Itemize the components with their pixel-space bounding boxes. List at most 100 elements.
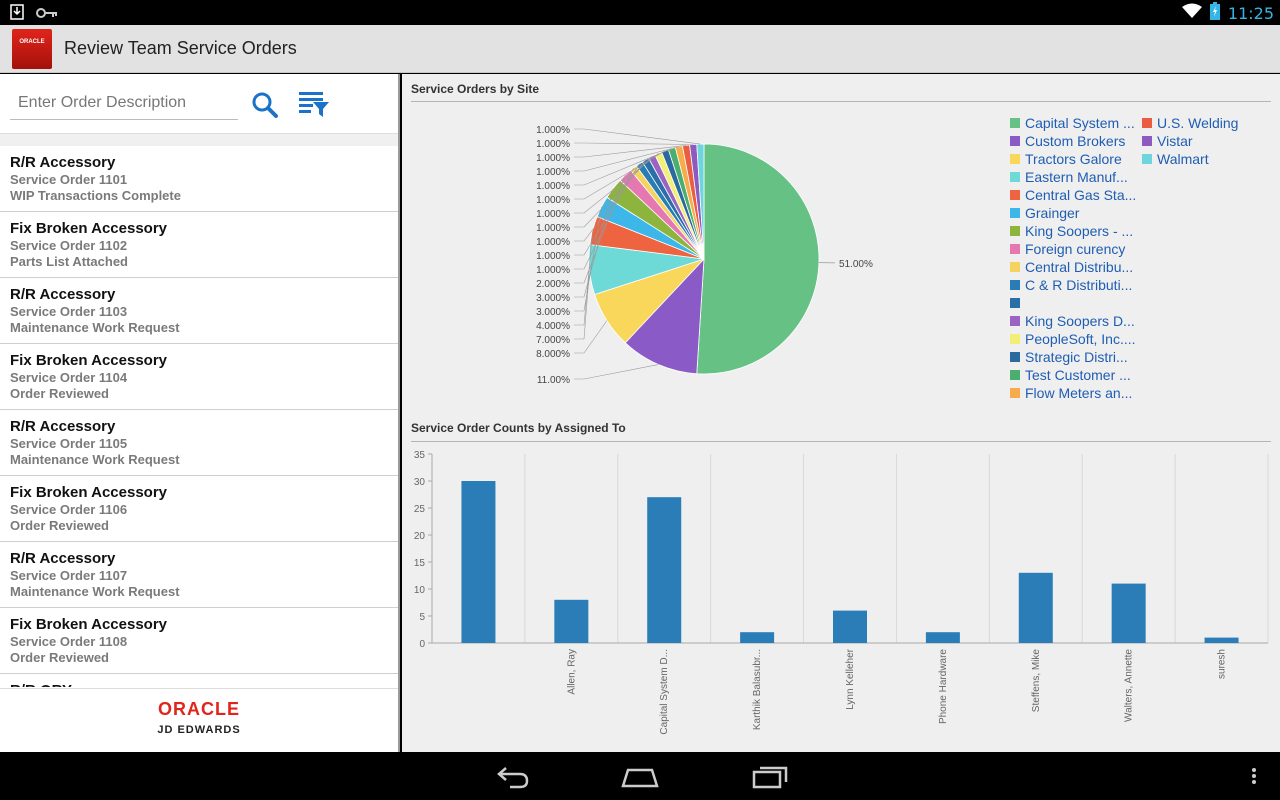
download-notification-icon <box>10 4 24 25</box>
x-tick-label: Lynn Kelleher <box>845 648 856 709</box>
order-number: Service Order 1103 <box>10 304 128 319</box>
order-list-item[interactable]: Fix Broken Accessory Service Order 1102 Pa… <box>0 212 398 278</box>
order-list-item[interactable]: Fix Broken Accessory Service Order 1108 Or… <box>0 608 398 674</box>
pie-data-label: 1.000% <box>536 181 570 192</box>
legend-item[interactable]: C & R Distributi... <box>1010 276 1136 294</box>
legend-label: Grainger <box>1025 205 1080 221</box>
pie-data-label: 7.000% <box>536 335 570 346</box>
back-icon <box>497 767 529 789</box>
order-list-item[interactable]: R/R Accessory Service Order 1107 Maintenan… <box>0 542 398 608</box>
bar[interactable] <box>925 632 960 643</box>
legend-label: Custom Brokers <box>1025 133 1126 149</box>
order-title: Fix Broken Accessory <box>10 616 168 633</box>
legend-item[interactable]: Strategic Distri... <box>1010 348 1136 366</box>
legend-item[interactable]: Central Distribu... <box>1010 258 1136 276</box>
order-status: Maintenance Work Request <box>10 320 180 335</box>
order-title: R/R Accessory <box>10 286 116 303</box>
order-list-item[interactable]: Fix Broken Accessory Service Order 1106 Or… <box>0 476 398 542</box>
legend-column: Capital System ... Custom Brokers Tractors… <box>1010 114 1136 402</box>
bar[interactable] <box>647 497 682 643</box>
more-vert-icon <box>1252 768 1256 784</box>
charts-pane: Service Orders by Site 51.00% 1.000% 1.000… <box>402 74 1280 752</box>
filter-list-icon <box>299 92 329 117</box>
legend-swatch <box>1010 280 1020 290</box>
order-title: R/R ORY <box>10 682 390 687</box>
pie-data-label: 1.000% <box>536 251 570 262</box>
pie-data-label: 4.000% <box>536 321 570 332</box>
legend-column: U.S. Welding Vistar Walmart <box>1142 114 1238 168</box>
bar[interactable] <box>740 632 775 643</box>
pie-chart[interactable]: 51.00% 1.000% 1.000% 1.000% 1.000% 1.000% 1.00… <box>402 104 1002 414</box>
pie-data-label: 1.000% <box>536 237 570 248</box>
back-button[interactable] <box>492 762 532 790</box>
legend-item[interactable]: Central Gas Sta... <box>1010 186 1136 204</box>
order-status: WIP Transactions Complete <box>10 188 181 203</box>
filter-button[interactable] <box>296 88 332 122</box>
order-list-item[interactable]: R/R Accessory Service Order 1105 Maintenan… <box>0 410 398 476</box>
order-list-item[interactable]: R/R ORY <box>0 674 398 687</box>
legend-item[interactable]: King Soopers - ... <box>1010 222 1136 240</box>
legend-item[interactable]: Grainger <box>1010 204 1136 222</box>
legend-label: PeopleSoft, Inc.... <box>1025 331 1136 347</box>
bar[interactable] <box>554 599 589 643</box>
pie-title-divider <box>411 101 1271 102</box>
bar-chart[interactable]: 0 5 10 15 20 25 30 35 Allen, Ray Capital System D… <box>402 446 1280 746</box>
home-button[interactable] <box>620 762 660 790</box>
order-list-item[interactable]: R/R Accessory Service Order 1103 Maintenan… <box>0 278 398 344</box>
order-list: R/R Accessory Service Order 1101 WIP Trans… <box>0 146 398 687</box>
legend-item[interactable]: Custom Brokers <box>1010 132 1136 150</box>
legend-item[interactable]: Foreign curency <box>1010 240 1136 258</box>
order-list-item[interactable]: Fix Broken Accessory Service Order 1104 Or… <box>0 344 398 410</box>
app-logo[interactable]: ORACLE <box>12 29 52 69</box>
pie-data-label: 51.00% <box>839 259 873 270</box>
order-list-item[interactable]: R/R Accessory Service Order 1101 WIP Trans… <box>0 146 398 212</box>
legend-label: Eastern Manuf... <box>1025 169 1128 185</box>
legend-label: Capital System ... <box>1025 115 1135 131</box>
legend-label: King Soopers D... <box>1025 313 1135 329</box>
legend-swatch <box>1010 334 1020 344</box>
legend-item[interactable]: Vistar <box>1142 132 1238 150</box>
x-tick-label: Karthik Balasubr... <box>752 649 763 730</box>
wifi-icon <box>1181 3 1202 24</box>
legend-item[interactable]: Flow Meters an... <box>1010 384 1136 402</box>
search-button[interactable] <box>248 88 284 122</box>
legend-label: Strategic Distri... <box>1025 349 1128 365</box>
pie-data-label: 1.000% <box>536 195 570 206</box>
search-input[interactable] <box>10 86 238 120</box>
bar[interactable] <box>833 610 867 643</box>
order-status: Maintenance Work Request <box>10 584 180 599</box>
x-tick-label: Steffens, Mike <box>1031 649 1042 713</box>
pie-data-label: 1.000% <box>536 265 570 276</box>
legend-label: C & R Distributi... <box>1025 277 1133 293</box>
legend-swatch <box>1010 316 1020 326</box>
recent-apps-icon <box>752 766 788 789</box>
legend-item[interactable]: Test Customer ... <box>1010 366 1136 384</box>
legend-item[interactable]: King Soopers D... <box>1010 312 1136 330</box>
pie-slice[interactable] <box>696 143 820 375</box>
bar[interactable] <box>1111 583 1146 643</box>
bar[interactable] <box>461 481 496 643</box>
legend-item[interactable]: Tractors Galore <box>1010 150 1136 168</box>
overflow-menu-button[interactable] <box>1236 762 1266 790</box>
bar[interactable] <box>1018 572 1053 643</box>
legend-item[interactable]: U.S. Welding <box>1142 114 1238 132</box>
pie-chart-title: Service Orders by Site <box>411 82 540 96</box>
battery-icon <box>1209 2 1220 25</box>
y-tick-label: 5 <box>419 612 425 623</box>
order-number: Service Order 1101 <box>10 172 128 187</box>
key-icon <box>36 6 58 24</box>
pie-data-label: 1.000% <box>536 153 570 164</box>
legend-label: Flow Meters an... <box>1025 385 1133 401</box>
legend-item[interactable]: Walmart <box>1142 150 1238 168</box>
legend-item[interactable] <box>1010 294 1136 312</box>
bar-title-divider <box>411 441 1271 442</box>
legend-swatch <box>1142 154 1152 164</box>
x-tick-label: Allen, Ray <box>566 649 577 695</box>
legend-item[interactable]: Capital System ... <box>1010 114 1136 132</box>
legend-item[interactable]: Eastern Manuf... <box>1010 168 1136 186</box>
pie-data-label: 8.000% <box>536 349 570 360</box>
recent-apps-button[interactable] <box>750 762 790 790</box>
x-tick-label: Walters, Annette <box>1124 649 1135 722</box>
legend-item[interactable]: PeopleSoft, Inc.... <box>1010 330 1136 348</box>
bar[interactable] <box>1204 637 1239 643</box>
